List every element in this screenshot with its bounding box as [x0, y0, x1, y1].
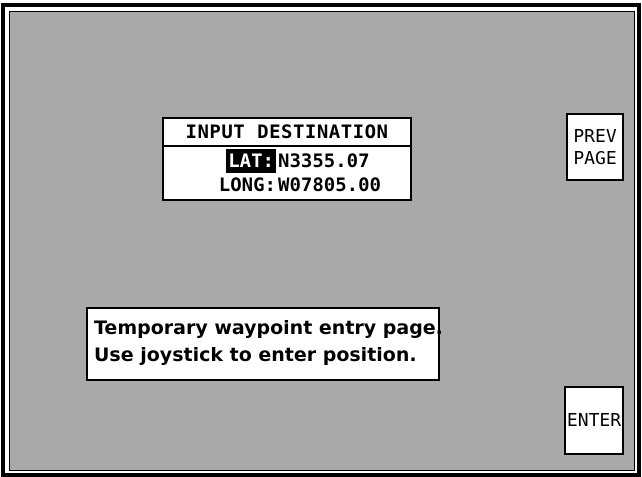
device-screen: INPUT DESTINATION LAT: N3355.07 LONG: W0… — [0, 0, 642, 477]
input-destination-title: INPUT DESTINATION — [164, 119, 410, 147]
prev-page-label-line1: PREV — [573, 126, 617, 147]
help-message-box: Temporary waypoint entry page. Use joyst… — [86, 307, 443, 381]
latitude-label: LAT: — [226, 149, 276, 173]
latitude-value[interactable]: N3355.07 — [278, 149, 370, 173]
prev-page-button[interactable]: PREV PAGE — [566, 113, 624, 181]
help-message-line1: Temporary waypoint entry page. — [94, 317, 443, 339]
longitude-row[interactable]: LONG: W07805.00 — [164, 173, 410, 197]
input-destination-box: INPUT DESTINATION LAT: N3355.07 LONG: W0… — [162, 117, 412, 201]
latitude-row[interactable]: LAT: N3355.07 — [164, 149, 410, 173]
longitude-label: LONG: — [218, 174, 276, 196]
help-message-line2: Use joystick to enter position. — [94, 344, 417, 366]
enter-button[interactable]: ENTER — [564, 386, 624, 455]
prev-page-label-line2: PAGE — [573, 148, 617, 169]
outer-frame: INPUT DESTINATION LAT: N3355.07 LONG: W0… — [1, 3, 641, 477]
longitude-value[interactable]: W07805.00 — [278, 173, 381, 197]
display-panel: INPUT DESTINATION LAT: N3355.07 LONG: W0… — [9, 11, 635, 471]
